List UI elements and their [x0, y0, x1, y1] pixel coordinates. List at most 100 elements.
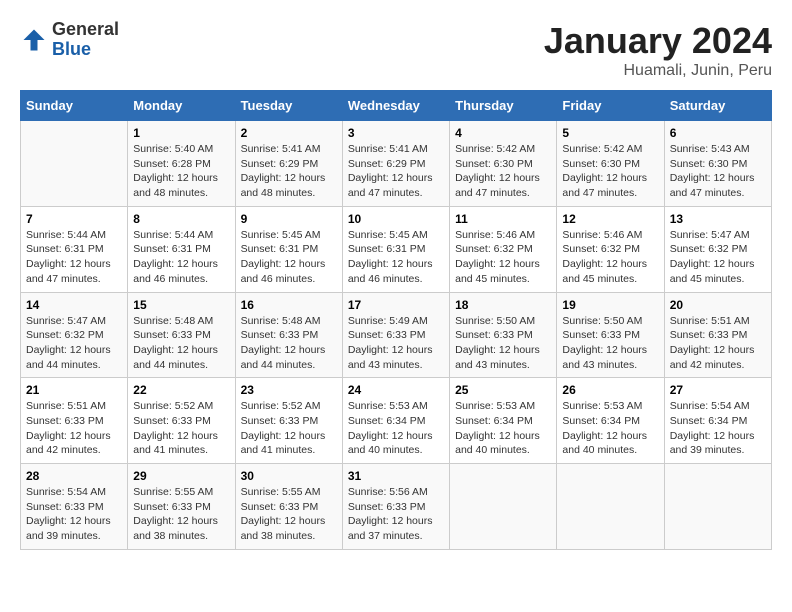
header-wednesday: Wednesday: [342, 91, 449, 121]
calendar-cell: 18 Sunrise: 5:50 AMSunset: 6:33 PMDayligh…: [450, 292, 557, 378]
calendar-cell: 1Sunrise: 5:40 AMSunset: 6:28 PMDaylight…: [128, 121, 235, 207]
day-number: 28: [26, 469, 122, 483]
day-info: Sunrise: 5:53 AMSunset: 6:34 PMDaylight:…: [348, 399, 444, 458]
day-info: Sunrise: 5:48 AMSunset: 6:33 PMDaylight:…: [241, 314, 337, 373]
calendar-cell: 15Sunrise: 5:48 AMSunset: 6:33 PMDayligh…: [128, 292, 235, 378]
calendar-cell: [664, 464, 771, 550]
week-row-3: 21Sunrise: 5:51 AMSunset: 6:33 PMDayligh…: [21, 378, 772, 464]
day-number: 14: [26, 298, 122, 312]
calendar-cell: 8 Sunrise: 5:44 AMSunset: 6:31 PMDaylight…: [128, 206, 235, 292]
day-number: 23: [241, 383, 337, 397]
day-info: Sunrise: 5:44 AMSunset: 6:31 PMDaylight:…: [133, 228, 229, 287]
calendar-body: 1Sunrise: 5:40 AMSunset: 6:28 PMDaylight…: [21, 121, 772, 550]
calendar-cell: 12Sunrise: 5:46 AMSunset: 6:32 PMDayligh…: [557, 206, 664, 292]
title-block: January 2024 Huamali, Junin, Peru: [544, 20, 772, 80]
day-number: 20: [670, 298, 766, 312]
day-number: 21: [26, 383, 122, 397]
day-number: 22: [133, 383, 229, 397]
header-tuesday: Tuesday: [235, 91, 342, 121]
calendar-cell: 5Sunrise: 5:42 AMSunset: 6:30 PMDaylight…: [557, 121, 664, 207]
calendar-cell: 23 Sunrise: 5:52 AMSunset: 6:33 PMDayligh…: [235, 378, 342, 464]
calendar-cell: 22 Sunrise: 5:52 AMSunset: 6:33 PMDayligh…: [128, 378, 235, 464]
header-thursday: Thursday: [450, 91, 557, 121]
calendar-cell: 29 Sunrise: 5:55 AMSunset: 6:33 PMDayligh…: [128, 464, 235, 550]
day-number: 2: [241, 126, 337, 140]
calendar-cell: 2 Sunrise: 5:41 AMSunset: 6:29 PMDaylight…: [235, 121, 342, 207]
day-info: Sunrise: 5:45 AMSunset: 6:31 PMDaylight:…: [241, 228, 337, 287]
calendar-cell: 13 Sunrise: 5:47 AMSunset: 6:32 PMDayligh…: [664, 206, 771, 292]
day-number: 6: [670, 126, 766, 140]
logo: General Blue: [20, 20, 119, 60]
calendar-cell: 10 Sunrise: 5:45 AMSunset: 6:31 PMDayligh…: [342, 206, 449, 292]
calendar-cell: 24 Sunrise: 5:53 AMSunset: 6:34 PMDayligh…: [342, 378, 449, 464]
day-info: Sunrise: 5:48 AMSunset: 6:33 PMDaylight:…: [133, 314, 229, 373]
day-info: Sunrise: 5:54 AMSunset: 6:34 PMDaylight:…: [670, 399, 766, 458]
calendar-table: SundayMondayTuesdayWednesdayThursdayFrid…: [20, 90, 772, 550]
day-number: 17: [348, 298, 444, 312]
calendar-cell: 27 Sunrise: 5:54 AMSunset: 6:34 PMDayligh…: [664, 378, 771, 464]
calendar-cell: [21, 121, 128, 207]
calendar-cell: 16 Sunrise: 5:48 AMSunset: 6:33 PMDayligh…: [235, 292, 342, 378]
day-info: Sunrise: 5:54 AMSunset: 6:33 PMDaylight:…: [26, 485, 122, 544]
day-number: 4: [455, 126, 551, 140]
day-info: Sunrise: 5:41 AMSunset: 6:29 PMDaylight:…: [348, 142, 444, 201]
page-title: January 2024: [544, 20, 772, 62]
week-row-0: 1Sunrise: 5:40 AMSunset: 6:28 PMDaylight…: [21, 121, 772, 207]
calendar-cell: 14 Sunrise: 5:47 AMSunset: 6:32 PMDayligh…: [21, 292, 128, 378]
day-number: 10: [348, 212, 444, 226]
day-info: Sunrise: 5:55 AMSunset: 6:33 PMDaylight:…: [133, 485, 229, 544]
header-sunday: Sunday: [21, 91, 128, 121]
day-number: 13: [670, 212, 766, 226]
day-number: 11: [455, 212, 551, 226]
day-number: 7: [26, 212, 122, 226]
day-number: 8: [133, 212, 229, 226]
page-header: General Blue January 2024 Huamali, Junin…: [20, 20, 772, 80]
calendar-cell: 7 Sunrise: 5:44 AMSunset: 6:31 PMDaylight…: [21, 206, 128, 292]
day-number: 18: [455, 298, 551, 312]
day-number: 24: [348, 383, 444, 397]
day-info: Sunrise: 5:52 AMSunset: 6:33 PMDaylight:…: [241, 399, 337, 458]
week-row-2: 14 Sunrise: 5:47 AMSunset: 6:32 PMDayligh…: [21, 292, 772, 378]
calendar-cell: 30 Sunrise: 5:55 AMSunset: 6:33 PMDayligh…: [235, 464, 342, 550]
day-info: Sunrise: 5:56 AMSunset: 6:33 PMDaylight:…: [348, 485, 444, 544]
calendar-cell: 17 Sunrise: 5:49 AMSunset: 6:33 PMDayligh…: [342, 292, 449, 378]
day-info: Sunrise: 5:41 AMSunset: 6:29 PMDaylight:…: [241, 142, 337, 201]
calendar-cell: [557, 464, 664, 550]
day-number: 30: [241, 469, 337, 483]
day-info: Sunrise: 5:52 AMSunset: 6:33 PMDaylight:…: [133, 399, 229, 458]
calendar-cell: 26 Sunrise: 5:53 AMSunset: 6:34 PMDayligh…: [557, 378, 664, 464]
day-info: Sunrise: 5:55 AMSunset: 6:33 PMDaylight:…: [241, 485, 337, 544]
calendar-cell: 28 Sunrise: 5:54 AMSunset: 6:33 PMDayligh…: [21, 464, 128, 550]
calendar-cell: 25Sunrise: 5:53 AMSunset: 6:34 PMDayligh…: [450, 378, 557, 464]
day-number: 25: [455, 383, 551, 397]
day-info: Sunrise: 5:53 AMSunset: 6:34 PMDaylight:…: [562, 399, 658, 458]
day-number: 29: [133, 469, 229, 483]
day-info: Sunrise: 5:47 AMSunset: 6:32 PMDaylight:…: [670, 228, 766, 287]
day-number: 26: [562, 383, 658, 397]
calendar-cell: 19Sunrise: 5:50 AMSunset: 6:33 PMDayligh…: [557, 292, 664, 378]
calendar-cell: 6Sunrise: 5:43 AMSunset: 6:30 PMDaylight…: [664, 121, 771, 207]
calendar-cell: [450, 464, 557, 550]
logo-general-text: General: [52, 19, 119, 39]
page-subtitle: Huamali, Junin, Peru: [544, 62, 772, 80]
day-info: Sunrise: 5:44 AMSunset: 6:31 PMDaylight:…: [26, 228, 122, 287]
day-info: Sunrise: 5:51 AMSunset: 6:33 PMDaylight:…: [670, 314, 766, 373]
day-info: Sunrise: 5:50 AMSunset: 6:33 PMDaylight:…: [455, 314, 551, 373]
header-friday: Friday: [557, 91, 664, 121]
header-saturday: Saturday: [664, 91, 771, 121]
logo-icon: [20, 26, 48, 54]
day-number: 12: [562, 212, 658, 226]
day-info: Sunrise: 5:45 AMSunset: 6:31 PMDaylight:…: [348, 228, 444, 287]
logo-blue-text: Blue: [52, 39, 91, 59]
day-number: 9: [241, 212, 337, 226]
week-row-4: 28 Sunrise: 5:54 AMSunset: 6:33 PMDayligh…: [21, 464, 772, 550]
calendar-cell: 11 Sunrise: 5:46 AMSunset: 6:32 PMDayligh…: [450, 206, 557, 292]
day-info: Sunrise: 5:46 AMSunset: 6:32 PMDaylight:…: [455, 228, 551, 287]
day-number: 31: [348, 469, 444, 483]
day-info: Sunrise: 5:47 AMSunset: 6:32 PMDaylight:…: [26, 314, 122, 373]
day-number: 27: [670, 383, 766, 397]
day-number: 19: [562, 298, 658, 312]
day-number: 16: [241, 298, 337, 312]
day-info: Sunrise: 5:49 AMSunset: 6:33 PMDaylight:…: [348, 314, 444, 373]
calendar-header-row: SundayMondayTuesdayWednesdayThursdayFrid…: [21, 91, 772, 121]
